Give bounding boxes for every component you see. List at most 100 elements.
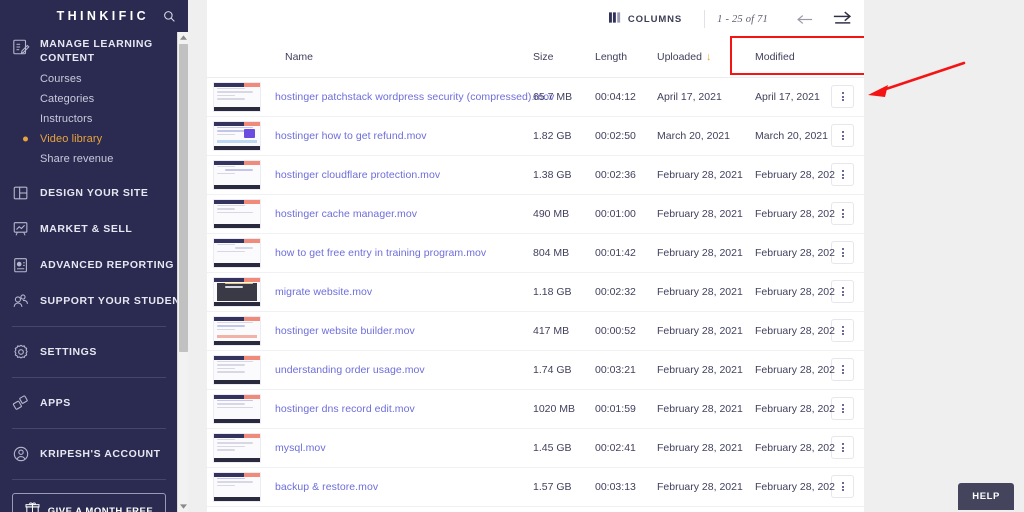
video-thumbnail[interactable]	[213, 121, 261, 151]
sidebar-label-settings: SETTINGS	[40, 346, 97, 358]
column-header-uploaded-label: Uploaded	[657, 51, 702, 63]
thumbnail-accent	[244, 239, 260, 243]
column-header-menu	[829, 38, 864, 77]
more-vertical-icon	[842, 291, 844, 293]
video-thumbnail[interactable]	[213, 394, 261, 424]
video-name-link[interactable]: hostinger dns record edit.mov	[275, 403, 415, 415]
row-name-cell: backup & restore.mov	[275, 467, 533, 506]
thinkific-logo[interactable]: THINKIFIC	[57, 9, 149, 23]
video-thumbnail[interactable]	[213, 316, 261, 346]
row-uploaded-cell: February 28, 2021	[657, 233, 755, 272]
search-icon[interactable]	[163, 10, 176, 23]
sidebar-label-video-library: Video library	[40, 133, 102, 145]
video-name-link[interactable]: hostinger how to get refund.mov	[275, 130, 427, 142]
video-name-link[interactable]: backup & restore.mov	[275, 481, 378, 493]
sidebar-item-apps[interactable]: APPS	[0, 385, 178, 421]
row-length-cell: 00:03:13	[595, 467, 657, 506]
sidebar-item-video-library[interactable]: Video library	[0, 129, 178, 149]
row-thumbnail-cell	[207, 155, 275, 194]
sidebar-item-instructors[interactable]: Instructors	[0, 109, 178, 129]
table-row[interactable]: hostinger website builder.mov417 MB00:00…	[207, 311, 864, 350]
row-more-menu-button[interactable]	[831, 124, 854, 147]
thumbnail-accent	[244, 473, 260, 477]
column-header-size[interactable]: Size	[533, 38, 595, 77]
more-vertical-icon	[842, 489, 844, 491]
sidebar-item-market-and-sell[interactable]: MARKET & SELL	[0, 211, 178, 247]
more-vertical-icon	[842, 131, 844, 133]
table-row[interactable]: hostinger patchstack wordpress security …	[207, 77, 864, 116]
video-thumbnail[interactable]	[213, 472, 261, 502]
sidebar-item-design-your-site[interactable]: DESIGN YOUR SITE	[0, 175, 178, 211]
sidebar-item-settings[interactable]: SETTINGS	[0, 334, 178, 370]
video-name-link[interactable]: migrate website.mov	[275, 286, 372, 298]
give-a-month-free-button[interactable]: GIVE A MONTH FREE	[12, 493, 166, 512]
table-row[interactable]: hostinger cache manager.mov490 MB00:01:0…	[207, 194, 864, 233]
columns-button[interactable]: COLUMNS	[599, 6, 692, 32]
table-row[interactable]: mysql.mov1.45 GB00:02:41February 28, 202…	[207, 428, 864, 467]
active-dot-icon	[23, 137, 28, 142]
table-row[interactable]: hostinger cloudflare protection.mov1.38 …	[207, 155, 864, 194]
sidebar-nav: MANAGE LEARNING CONTENT Courses Categori…	[0, 32, 178, 512]
video-thumbnail[interactable]	[213, 82, 261, 112]
video-thumbnail[interactable]	[213, 160, 261, 190]
video-name-link[interactable]: understanding order usage.mov	[275, 364, 425, 376]
row-length-cell: 00:04:12	[595, 77, 657, 116]
row-uploaded-cell: April 17, 2021	[657, 77, 755, 116]
video-thumbnail[interactable]	[213, 355, 261, 385]
table-row[interactable]: hostinger dns record edit.mov1020 MB00:0…	[207, 389, 864, 428]
video-thumbnail[interactable]	[213, 277, 261, 307]
video-name-link[interactable]: how to get free entry in training progra…	[275, 247, 486, 259]
video-thumbnail[interactable]	[213, 199, 261, 229]
more-vertical-icon	[842, 411, 844, 413]
video-thumbnail[interactable]	[213, 238, 261, 268]
sort-descending-icon: ↓	[706, 51, 712, 63]
scroll-up-arrow-icon[interactable]	[178, 32, 188, 43]
row-name-cell: hostinger patchstack wordpress security …	[275, 77, 533, 116]
more-vertical-icon	[842, 174, 844, 176]
thumbnail-accent	[244, 200, 260, 204]
table-row[interactable]: understanding order usage.mov1.74 GB00:0…	[207, 350, 864, 389]
column-header-uploaded[interactable]: Uploaded ↓	[657, 38, 755, 77]
row-thumbnail-cell	[207, 194, 275, 233]
video-name-link[interactable]: hostinger cache manager.mov	[275, 208, 417, 220]
thumbnail-base	[214, 380, 260, 384]
row-length-cell: 00:02:50	[595, 116, 657, 155]
row-modified-cell: February 28, 202	[755, 155, 829, 194]
row-thumbnail-cell	[207, 77, 275, 116]
table-row[interactable]: backup & restore.mov1.57 GB00:03:13Febru…	[207, 467, 864, 506]
sidebar-item-advanced-reporting[interactable]: ADVANCED REPORTING BETA	[0, 247, 178, 283]
table-row[interactable]: migrate website.mov1.18 GB00:02:32Februa…	[207, 272, 864, 311]
row-uploaded-cell: February 28, 2021	[657, 350, 755, 389]
video-library-panel: COLUMNS 1 - 25 of 71	[207, 0, 864, 512]
help-button[interactable]: HELP	[958, 483, 1014, 510]
video-name-link[interactable]: hostinger website builder.mov	[275, 325, 415, 337]
sidebar-item-courses[interactable]: Courses	[0, 69, 178, 89]
sidebar-item-categories[interactable]: Categories	[0, 89, 178, 109]
thumbnail-accent	[244, 395, 260, 399]
next-page-button[interactable]	[832, 9, 852, 29]
column-header-length[interactable]: Length	[595, 38, 657, 77]
video-name-link[interactable]: hostinger patchstack wordpress security …	[275, 91, 554, 103]
table-row[interactable]: hostinger how to get refund.mov1.82 GB00…	[207, 116, 864, 155]
table-row[interactable]: how to get free entry in training progra…	[207, 233, 864, 272]
sidebar-item-share-revenue[interactable]: Share revenue	[0, 149, 178, 169]
thumbnail-accent	[244, 83, 260, 87]
scroll-down-arrow-icon[interactable]	[178, 501, 188, 512]
sidebar-scrollbar[interactable]	[177, 32, 188, 512]
sidebar-scrollbar-thumb[interactable]	[179, 44, 188, 352]
column-header-name[interactable]: Name	[275, 38, 533, 77]
video-name-link[interactable]: mysql.mov	[275, 442, 326, 454]
row-size-cell: 490 MB	[533, 194, 595, 233]
row-name-cell: hostinger how to get refund.mov	[275, 116, 533, 155]
sidebar-item-manage-learning-content[interactable]: MANAGE LEARNING CONTENT	[0, 32, 178, 69]
more-vertical-icon	[842, 365, 844, 367]
sidebar-item-account[interactable]: KRIPESH'S ACCOUNT	[0, 436, 178, 472]
sidebar-item-support-your-students[interactable]: SUPPORT YOUR STUDENTS	[0, 283, 178, 319]
row-thumbnail-cell	[207, 350, 275, 389]
row-modified-cell: February 28, 202	[755, 233, 829, 272]
video-thumbnail[interactable]	[213, 433, 261, 463]
video-name-link[interactable]: hostinger cloudflare protection.mov	[275, 169, 440, 181]
column-header-modified[interactable]: Modified	[755, 38, 829, 77]
previous-page-button[interactable]	[794, 9, 814, 29]
row-more-menu-button[interactable]	[831, 85, 854, 108]
